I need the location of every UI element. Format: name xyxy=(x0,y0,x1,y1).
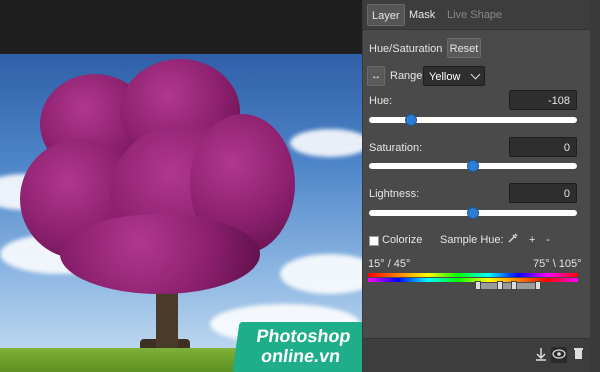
range-select[interactable]: Yellow xyxy=(423,66,485,86)
chevron-down-icon xyxy=(470,69,481,80)
cloud xyxy=(280,254,362,294)
saturation-slider-handle[interactable] xyxy=(467,160,479,172)
hue-input[interactable]: -108 xyxy=(509,90,577,110)
hue-range-bar[interactable] xyxy=(481,283,539,289)
watermark-line2: online.vn xyxy=(259,346,342,366)
hue-spectrum-bottom xyxy=(368,278,578,282)
tree-crown xyxy=(60,214,260,294)
trash-icon[interactable] xyxy=(570,347,586,363)
subtract-sample-button[interactable]: - xyxy=(546,234,550,246)
add-sample-button[interactable]: + xyxy=(529,234,535,246)
saturation-label: Saturation: xyxy=(369,142,423,154)
app-window: Photoshop online.vn Layer Mask Live Shap… xyxy=(0,0,600,372)
hue-slider-track[interactable] xyxy=(369,117,577,123)
watermark-logo: Photoshop online.vn xyxy=(232,322,372,372)
range-handle-right[interactable] xyxy=(535,281,541,290)
lightness-label: Lightness: xyxy=(369,188,420,200)
tab-layer[interactable]: Layer xyxy=(367,4,405,26)
saturation-input[interactable]: 0 xyxy=(509,137,577,157)
adjustment-title: Hue/Saturation xyxy=(369,43,443,55)
hue-slider-handle[interactable] xyxy=(404,114,417,126)
properties-panel: Layer Mask Live Shape Hue/Saturation Res… xyxy=(362,0,590,372)
arrows-swap-icon[interactable]: ↔ xyxy=(367,66,385,86)
right-scrollbar[interactable] xyxy=(590,0,600,372)
colorize-checkbox[interactable] xyxy=(369,236,379,246)
hue-label: Hue: xyxy=(369,95,393,107)
eye-icon[interactable] xyxy=(551,347,567,363)
range-label: Range: xyxy=(390,70,426,82)
range-handle-left[interactable] xyxy=(475,281,481,290)
range-select-value: Yellow xyxy=(429,71,461,83)
watermark-line1: Photoshop xyxy=(255,326,352,346)
tab-live-shape[interactable]: Live Shape xyxy=(443,4,506,26)
panel-footer xyxy=(363,338,590,372)
colorize-label: Colorize xyxy=(382,234,423,246)
sample-hue-label: Sample Hue: xyxy=(440,234,504,246)
reset-button[interactable]: Reset xyxy=(447,38,481,58)
lightness-input[interactable]: 0 xyxy=(509,183,577,203)
clip-to-layer-icon[interactable] xyxy=(533,347,549,363)
tree-trunk xyxy=(156,289,178,351)
tab-mask[interactable]: Mask xyxy=(405,4,439,26)
hue-spectrum-top xyxy=(368,273,578,277)
range-handle-inner-right[interactable] xyxy=(511,281,517,290)
range-left-text: 15° / 45° xyxy=(368,258,411,270)
cloud xyxy=(290,129,362,157)
range-right-text: 75° \ 105° xyxy=(533,258,582,270)
tab-bar: Layer Mask Live Shape xyxy=(363,0,590,30)
eyedropper-icon[interactable] xyxy=(505,232,521,248)
lightness-slider-handle[interactable] xyxy=(467,207,479,219)
range-handle-inner-left[interactable] xyxy=(497,281,503,290)
